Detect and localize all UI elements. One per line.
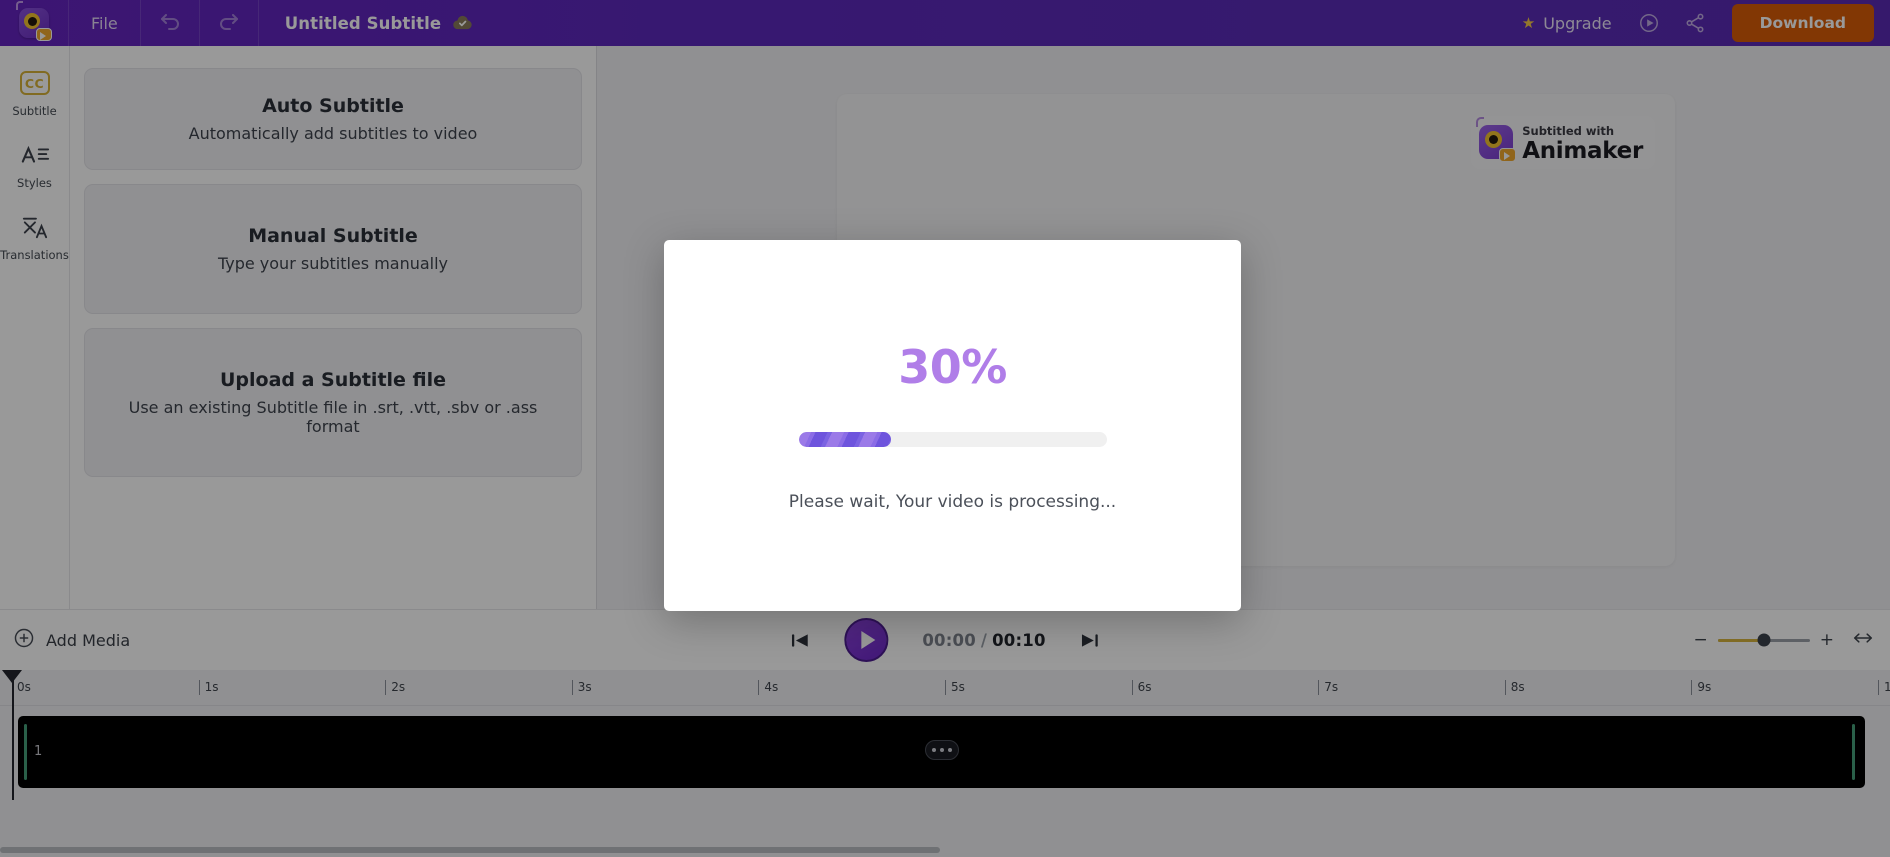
- progress-bar-track: [798, 431, 1107, 447]
- progress-bar-fill: [798, 431, 891, 447]
- processing-message: Please wait, Your video is processing...: [788, 491, 1117, 512]
- progress-percent-label: 30%: [898, 339, 1007, 394]
- app-root: File Untitled Subtitle ★ Upgrade Downloa…: [0, 0, 1890, 857]
- processing-modal: 30% Please wait, Your video is processin…: [664, 240, 1241, 611]
